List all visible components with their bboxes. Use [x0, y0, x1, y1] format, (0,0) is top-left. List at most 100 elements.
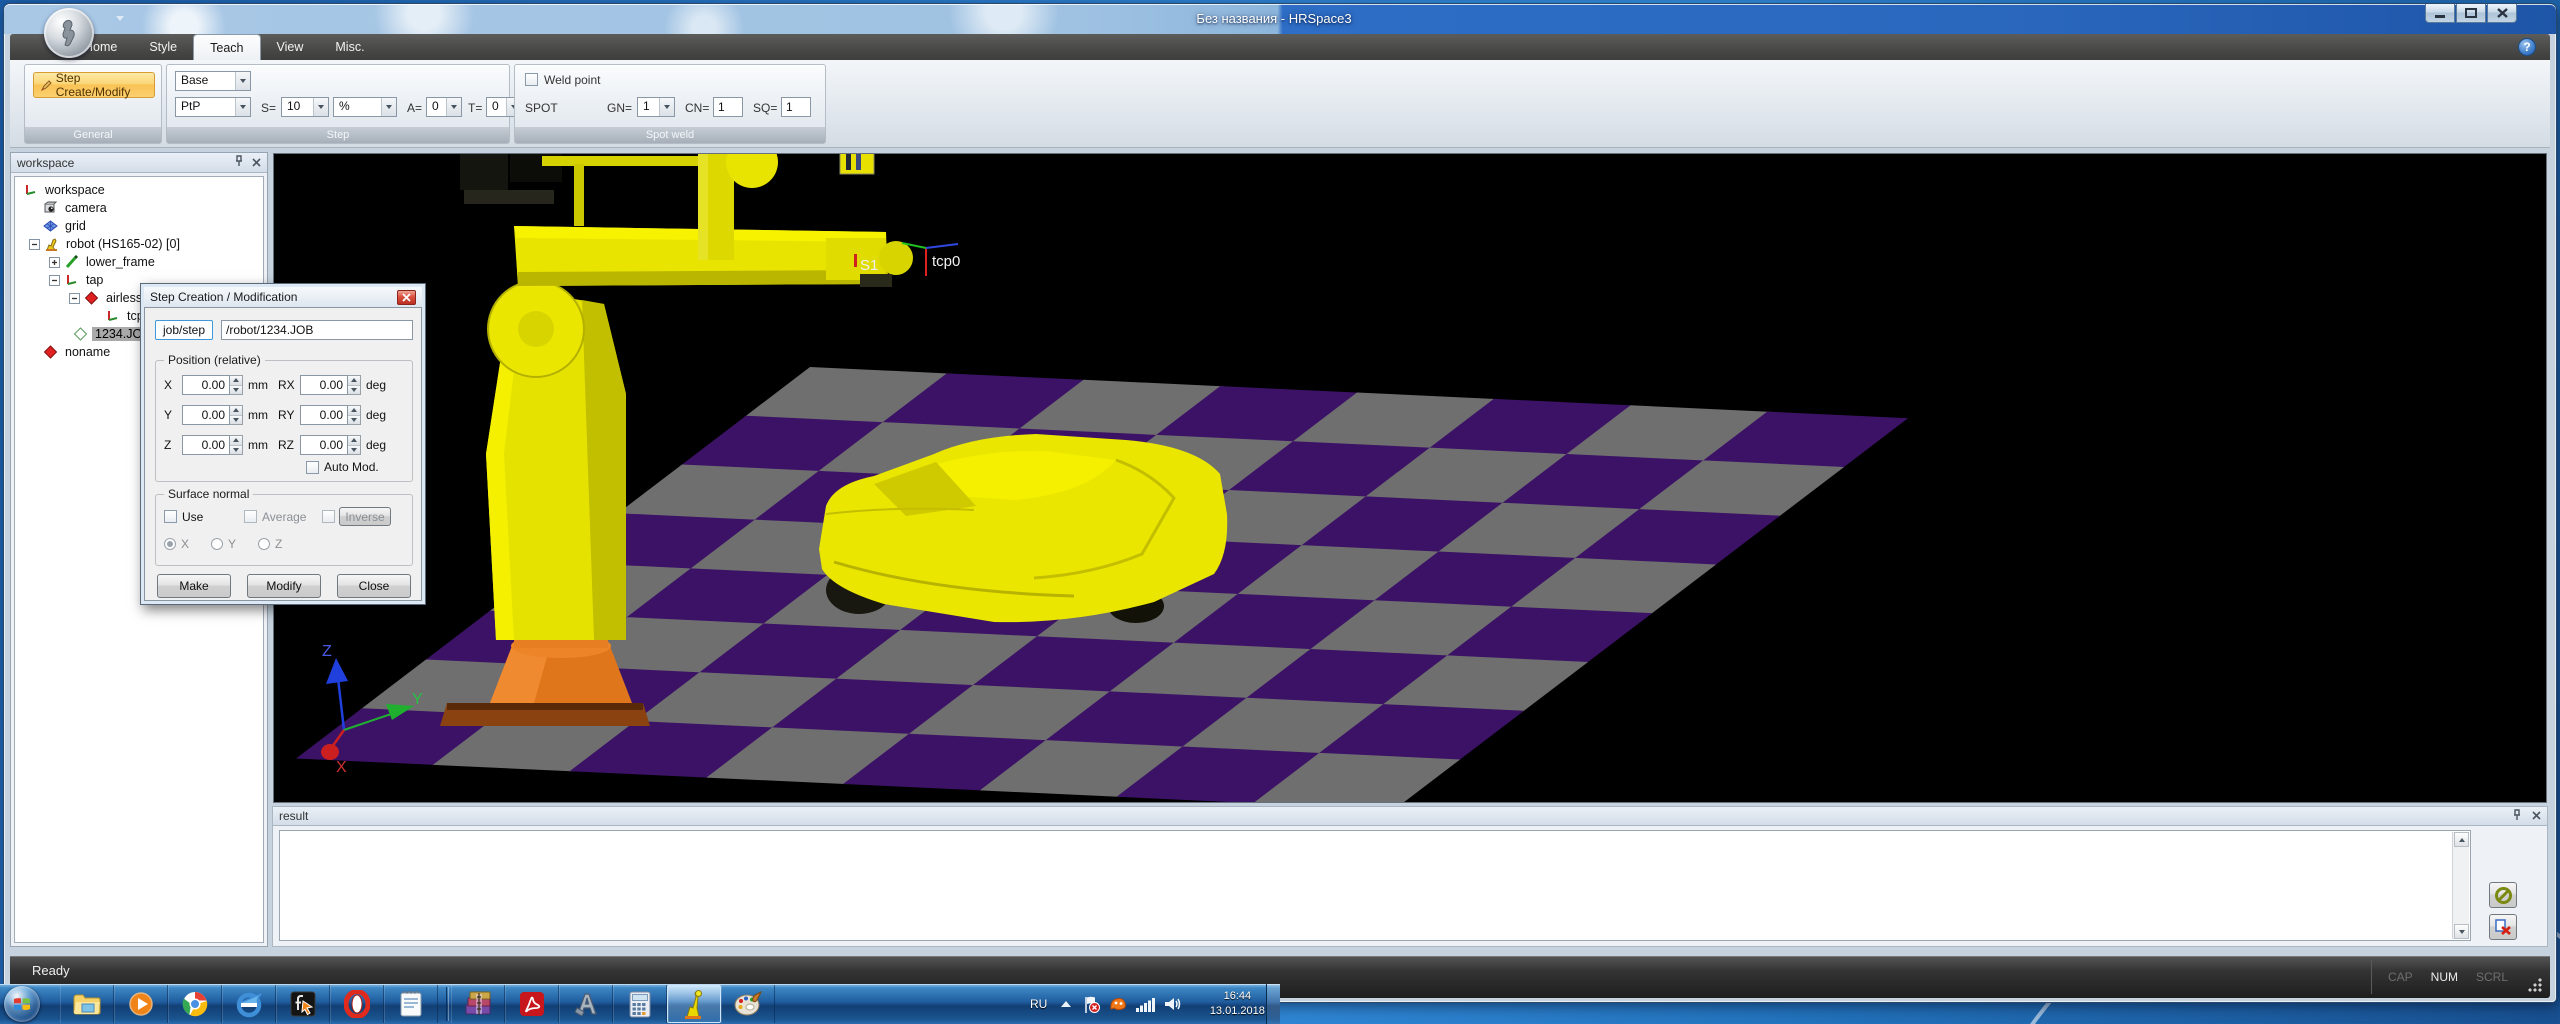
radio-y[interactable] [211, 538, 224, 550]
title-bar[interactable]: Без названия - HRSpace3 [4, 4, 2556, 34]
maximize-button[interactable] [2456, 4, 2486, 23]
close-panel-icon[interactable] [252, 156, 261, 170]
weld-point-checkbox[interactable] [525, 73, 538, 86]
dialog-close-button[interactable] [397, 289, 416, 305]
taskbar-windows-explorer-icon[interactable] [60, 985, 114, 1023]
taskbar-chrome-icon[interactable] [168, 985, 222, 1023]
rx-input[interactable]: 0.00 [300, 375, 348, 395]
collapse-icon[interactable] [29, 238, 40, 250]
taskbar-notepad-icon[interactable] [384, 985, 438, 1023]
make-button[interactable]: Make [157, 574, 231, 598]
axis-icon [64, 273, 79, 287]
avast-icon[interactable] [1109, 996, 1127, 1012]
auto-mod-checkbox[interactable] [306, 460, 319, 474]
use-checkbox[interactable] [164, 510, 177, 523]
close-button[interactable] [2487, 4, 2517, 23]
modify-button[interactable]: Modify [247, 574, 321, 598]
tree-item-robot[interactable]: robot (HS165-02) [0] [15, 235, 263, 253]
taskbar-cad-tool-icon[interactable] [559, 985, 613, 1023]
tcp-label: tcp0 [932, 253, 960, 270]
inverse-checkbox[interactable] [322, 510, 335, 523]
start-button[interactable] [4, 986, 40, 1022]
accel-dropdown[interactable]: 0 [426, 97, 462, 117]
taskbar-capture-tool-icon[interactable] [276, 985, 330, 1023]
x-spinner[interactable] [230, 375, 243, 395]
app-menu-orb[interactable] [44, 8, 94, 58]
taskbar-calculator-icon[interactable] [613, 985, 667, 1023]
job-step-field[interactable]: /robot/1234.JOB [221, 320, 413, 340]
rx-spinner[interactable] [348, 375, 361, 395]
resize-grip[interactable] [2526, 976, 2542, 992]
gn-dropdown[interactable]: 1 [637, 97, 675, 117]
viewport-3d[interactable]: S1 tcp0 Z Y X [273, 136, 2547, 810]
window-controls [2424, 4, 2517, 23]
volume-icon[interactable] [1164, 996, 1183, 1012]
taskbar-media-player-icon[interactable] [114, 985, 168, 1023]
sq-input[interactable]: 1 [781, 97, 811, 117]
pin-icon[interactable] [234, 155, 244, 170]
tree-item-grid[interactable]: grid [15, 217, 263, 235]
tab-misc[interactable]: Misc. [319, 34, 380, 60]
motion-type-dropdown[interactable]: PtP [175, 97, 251, 117]
show-desktop-button[interactable] [1266, 984, 1280, 1024]
language-indicator[interactable]: RU [1030, 997, 1047, 1011]
pin-icon[interactable] [2512, 808, 2522, 824]
taskbar-acrobat-reader-icon[interactable] [505, 985, 559, 1023]
radio-x[interactable] [164, 538, 176, 550]
y-input[interactable]: 0.00 [182, 405, 230, 425]
tab-style[interactable]: Style [133, 34, 193, 60]
dialog-title-bar[interactable]: Step Creation / Modification [144, 287, 422, 307]
ribbon-tabs: Home Style Teach View Misc. [68, 34, 381, 60]
speed-value-dropdown[interactable]: 10 [281, 97, 329, 117]
ry-spinner[interactable] [348, 405, 361, 425]
cn-input[interactable]: 1 [713, 97, 743, 117]
timer-label: T= [468, 101, 483, 115]
quick-access-arrow-icon[interactable] [116, 16, 124, 21]
taskbar-internet-explorer-icon[interactable] [222, 985, 276, 1023]
tree-item-lower-frame[interactable]: lower_frame [15, 253, 263, 271]
result-scrollbar[interactable] [2452, 832, 2469, 939]
z-spinner[interactable] [230, 435, 243, 455]
tree-item-workspace[interactable]: workspace [15, 181, 263, 199]
stop-output-button[interactable] [2489, 882, 2517, 908]
keyboard-indicators: CAP NUM SCRL [2370, 960, 2508, 994]
taskbar-hrspace-icon[interactable] [667, 985, 721, 1023]
average-checkbox[interactable] [244, 510, 257, 523]
taskbar-winrar-icon[interactable] [451, 985, 505, 1023]
collapse-icon[interactable] [49, 274, 60, 286]
inverse-button[interactable]: Inverse [339, 507, 391, 526]
taskbar-opera-icon[interactable] [330, 985, 384, 1023]
clear-output-button[interactable] [2489, 914, 2517, 940]
minimize-button[interactable] [2425, 4, 2455, 23]
collapse-icon[interactable] [69, 292, 80, 304]
tray-clock[interactable]: 16:44 13.01.2018 [1202, 989, 1272, 1019]
taskbar-paint-icon[interactable] [721, 985, 775, 1023]
expand-icon[interactable] [49, 256, 60, 268]
tab-view[interactable]: View [261, 34, 320, 60]
camera-icon [43, 201, 58, 215]
radio-x-label: X [181, 537, 190, 551]
close-panel-icon[interactable] [2532, 809, 2541, 823]
help-icon[interactable]: ? [2518, 38, 2536, 56]
ribbon: Step Create/Modify General Base PtP S= 1… [10, 60, 2550, 148]
step-create-modify-button[interactable]: Step Create/Modify [33, 71, 155, 99]
tray-expand-icon[interactable] [1061, 1001, 1072, 1007]
speed-unit-dropdown[interactable]: % [333, 97, 397, 117]
base-dropdown[interactable]: Base [175, 71, 251, 91]
network-signal-icon[interactable] [1136, 997, 1156, 1012]
tab-teach[interactable]: Teach [193, 34, 261, 60]
y-spinner[interactable] [230, 405, 243, 425]
window-title: Без названия - HRSpace3 [1196, 11, 1352, 26]
x-input[interactable]: 0.00 [182, 375, 230, 395]
rz-spinner[interactable] [348, 435, 361, 455]
dialog-close-action-button[interactable]: Close [337, 574, 411, 598]
radio-z[interactable] [258, 538, 271, 550]
job-step-button[interactable]: job/step [155, 320, 213, 340]
workspace-panel-title: workspace [17, 155, 75, 170]
tree-item-camera[interactable]: camera [15, 199, 263, 217]
ry-input[interactable]: 0.00 [300, 405, 348, 425]
result-output[interactable] [279, 830, 2471, 941]
action-center-icon[interactable] [1083, 995, 1101, 1014]
rz-input[interactable]: 0.00 [300, 435, 348, 455]
z-input[interactable]: 0.00 [182, 435, 230, 455]
